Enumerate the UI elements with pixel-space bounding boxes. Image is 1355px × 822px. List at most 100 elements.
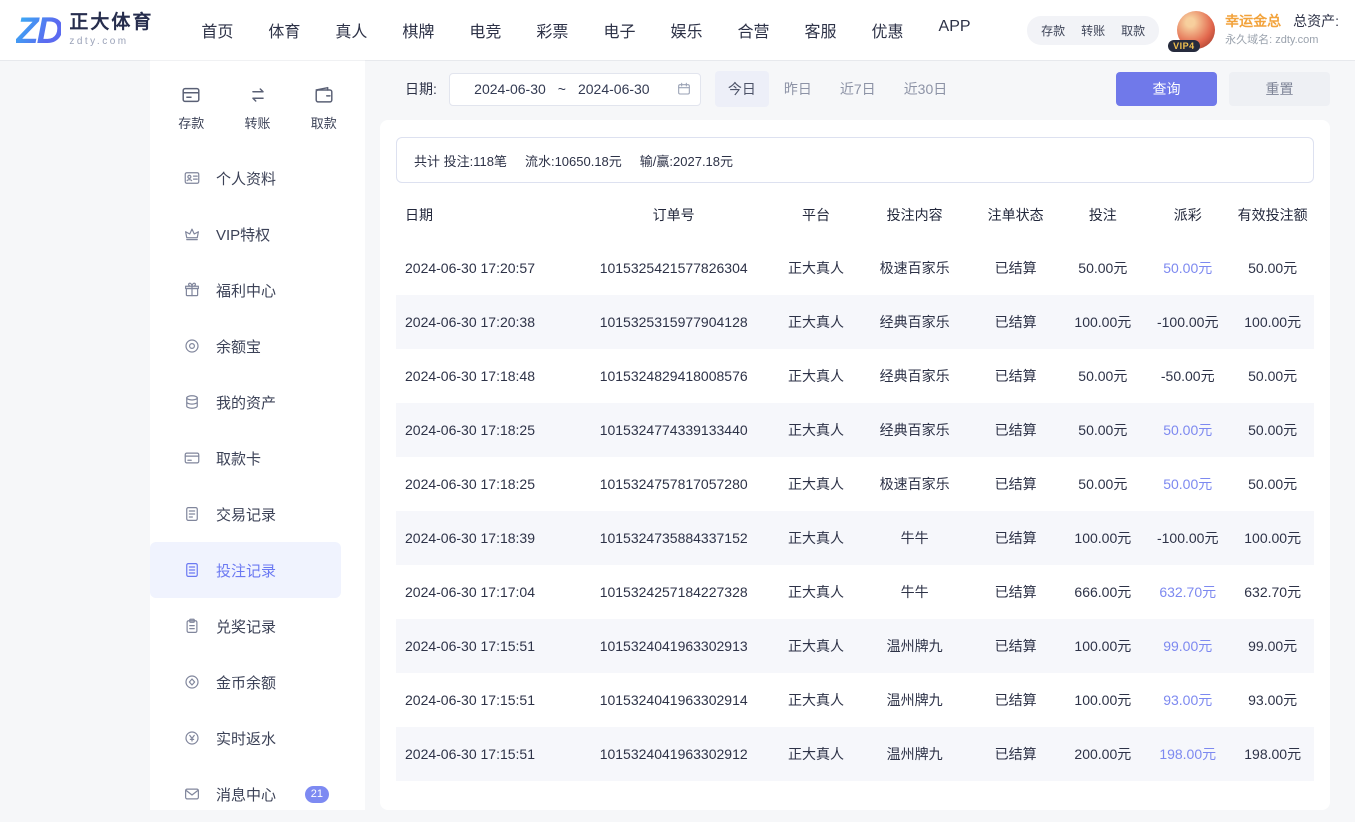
date-end: 2024-06-30: [578, 81, 650, 97]
column-header: 注单状态: [970, 189, 1062, 241]
cell-bet: 50.00元: [1062, 349, 1145, 403]
sidebar-item-bet-records[interactable]: 投注记录: [150, 542, 341, 598]
date-range-input[interactable]: 2024-06-30 ~ 2024-06-30: [449, 73, 701, 106]
sidebar: 存款转账 取款 个人资料 VIP特权福利中心余额宝我的资产取款卡交易记录投注记录兑奖…: [150, 60, 365, 810]
quick-transfer-label: 转账: [244, 113, 270, 132]
nav-item-lottery[interactable]: 彩票: [536, 18, 568, 42]
topbar-withdraw-button[interactable]: 取款: [1121, 22, 1145, 39]
main-nav: 首页 体育 真人 棋牌 电竞 彩票 电子 娱乐 合营 客服 优惠 APP: [201, 18, 970, 42]
quick-transfer-button[interactable]: 转账: [229, 84, 287, 132]
brand-domain: zdty.com: [69, 36, 153, 47]
range-last7-button[interactable]: 近7日: [827, 71, 889, 107]
sidebar-item-withdraw-card[interactable]: 取款卡: [150, 430, 341, 486]
cell-date: 2024-06-30 17:18:25: [396, 403, 575, 457]
cell-order: 1015324757817057280: [575, 457, 772, 511]
cell-bet: 100.00元: [1062, 673, 1145, 727]
nav-item-board-games[interactable]: 棋牌: [402, 18, 434, 42]
range-today-button[interactable]: 今日: [715, 71, 769, 107]
sidebar-item-vip[interactable]: VIP特权: [150, 206, 341, 262]
column-header: 派彩: [1144, 189, 1231, 241]
cell-platform: 正大真人: [772, 727, 859, 781]
nav-item-app[interactable]: APP: [939, 18, 971, 42]
cell-platform: 正大真人: [772, 403, 859, 457]
withdraw-icon: [313, 84, 335, 106]
brand-logo-icon: ZD: [16, 12, 61, 49]
unread-count-badge: 21: [305, 786, 329, 803]
nav-item-live[interactable]: 真人: [335, 18, 367, 42]
table-row: 2024-06-30 17:15:511015324041963302913正大…: [396, 619, 1314, 673]
coin-icon: [183, 673, 201, 691]
range-yesterday-button[interactable]: 昨日: [771, 71, 825, 107]
top-navbar: ZD 正大体育 zdty.com 首页 体育 真人 棋牌 电竞 彩票 电子 娱乐 合营 客服 优惠 A…: [0, 0, 1355, 60]
cell-bet: 100.00元: [1062, 511, 1145, 565]
cell-status: 已结算: [970, 403, 1062, 457]
brand-logo[interactable]: ZD 正大体育 zdty.com: [16, 12, 153, 49]
cell-date: 2024-06-30 17:18:39: [396, 511, 575, 565]
quick-withdraw-label: 取款: [311, 113, 337, 132]
sidebar-item-gold-balance[interactable]: 金币余额: [150, 654, 341, 710]
sidebar-item-yuebao[interactable]: 余额宝: [150, 318, 341, 374]
topbar-deposit-button[interactable]: 存款: [1041, 22, 1065, 39]
date-label: 日期:: [405, 79, 437, 99]
nav-item-partner[interactable]: 合营: [737, 18, 769, 42]
cell-payout: 632.70元: [1144, 565, 1231, 619]
cell-valid: 100.00元: [1231, 295, 1314, 349]
column-header: 投注: [1062, 189, 1145, 241]
range-last30-button[interactable]: 近30日: [891, 71, 961, 107]
bank-card-icon: [183, 449, 201, 467]
column-header: 有效投注额: [1231, 189, 1314, 241]
sidebar-item-redeem-records[interactable]: 兑奖记录: [150, 598, 341, 654]
search-button[interactable]: 查询: [1116, 72, 1217, 106]
sidebar-item-label: 余额宝: [216, 336, 261, 357]
user-box[interactable]: VIP4 幸运金总 总资产: 永久域名: zdty.com: [1177, 11, 1339, 49]
date-start: 2024-06-30: [474, 81, 546, 97]
cell-valid: 50.00元: [1231, 241, 1314, 295]
sidebar-item-label: 福利中心: [216, 280, 276, 301]
cell-platform: 正大真人: [772, 241, 859, 295]
nav-item-entertainment[interactable]: 娱乐: [670, 18, 702, 42]
user-meta: 幸运金总 总资产: 永久域名: zdty.com: [1225, 13, 1339, 47]
sidebar-item-profile[interactable]: 个人资料: [150, 150, 341, 206]
cell-order: 1015324735884337152: [575, 511, 772, 565]
topbar-transfer-button[interactable]: 转账: [1081, 22, 1105, 39]
nav-item-esports[interactable]: 电竞: [469, 18, 501, 42]
nav-item-sports[interactable]: 体育: [268, 18, 300, 42]
cell-valid: 99.00元: [1231, 619, 1314, 673]
nav-item-service[interactable]: 客服: [804, 18, 836, 42]
reset-button[interactable]: 重置: [1229, 72, 1330, 106]
column-header: 平台: [772, 189, 859, 241]
cell-status: 已结算: [970, 619, 1062, 673]
cell-platform: 正大真人: [772, 457, 859, 511]
id-card-icon: [183, 169, 201, 187]
quick-withdraw-button[interactable]: 取款: [295, 84, 353, 132]
deposit-icon: [180, 84, 202, 106]
bet-records-card: 共计 投注:118笔 流水:10650.18元 输/赢:2027.18元 日期订…: [380, 120, 1330, 810]
cell-payout: -100.00元: [1144, 511, 1231, 565]
summary-total: 共计 投注:118笔: [414, 151, 507, 170]
nav-item-promo[interactable]: 优惠: [872, 18, 904, 42]
sidebar-item-transactions[interactable]: 交易记录: [150, 486, 341, 542]
sidebar-item-welfare[interactable]: 福利中心: [150, 262, 341, 318]
cell-status: 已结算: [970, 295, 1062, 349]
cell-bet: 50.00元: [1062, 403, 1145, 457]
sidebar-item-assets[interactable]: 我的资产: [150, 374, 341, 430]
sidebar-item-label: 金币余额: [216, 672, 276, 693]
cell-payout: 50.00元: [1144, 241, 1231, 295]
permanent-domain-note: 永久域名: zdty.com: [1225, 34, 1339, 47]
nav-item-slots[interactable]: 电子: [603, 18, 635, 42]
cell-order: 1015325421577826304: [575, 241, 772, 295]
cell-content: 极速百家乐: [860, 241, 970, 295]
range-buttons: 今日昨日近7日近30日: [715, 71, 960, 107]
envelope-icon: [183, 785, 201, 803]
sidebar-item-messages[interactable]: 消息中心21: [150, 766, 341, 822]
sidebar-item-label: VIP特权: [216, 224, 270, 245]
quick-deposit-button[interactable]: 存款: [162, 84, 220, 132]
sidebar-item-rebate[interactable]: 实时返水: [150, 710, 341, 766]
cell-payout: 99.00元: [1144, 619, 1231, 673]
table-row: 2024-06-30 17:15:511015324041963302914正大…: [396, 673, 1314, 727]
cell-bet: 50.00元: [1062, 457, 1145, 511]
table-row: 2024-06-30 17:18:251015324757817057280正大…: [396, 457, 1314, 511]
cell-platform: 正大真人: [772, 349, 859, 403]
vip-badge: VIP4: [1168, 40, 1200, 52]
nav-item-home[interactable]: 首页: [201, 18, 233, 42]
